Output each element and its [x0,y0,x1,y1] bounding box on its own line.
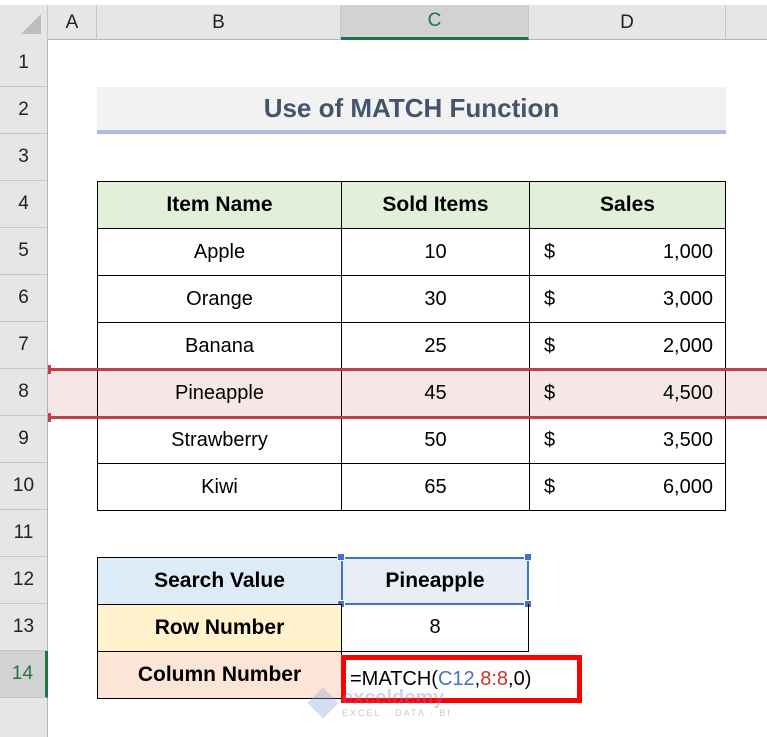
watermark-name: exceldemy [342,687,445,709]
cell-sold[interactable]: 10 [341,228,530,276]
select-all-icon [21,14,41,34]
row-header-15[interactable] [0,698,48,737]
currency-symbol: $ [544,381,556,404]
cell-item[interactable]: Orange [97,275,342,323]
selection-handle-top-right[interactable] [524,553,532,561]
row-header-4[interactable]: 4 [0,181,48,228]
row-number-cell[interactable]: 8 [341,604,529,652]
row-highlight-top-line [48,368,767,371]
currency-symbol: $ [544,240,556,263]
header-sales: Sales [529,181,726,229]
sales-value: 4,500 [662,381,713,404]
cell-sold[interactable]: 50 [341,416,530,464]
exceldemy-logo-icon [307,687,339,719]
formula-suffix: ,0) [508,667,532,690]
cell-sales[interactable]: $6,000 [529,463,726,511]
row-highlight-top-tick [48,365,51,374]
currency-symbol: $ [544,475,556,498]
row-highlight-bottom-line [48,416,767,419]
row-header-9[interactable]: 9 [0,416,48,463]
row-header-3[interactable]: 3 [0,134,48,181]
row-header-11[interactable]: 11 [0,510,48,557]
row-header-12[interactable]: 12 [0,557,48,604]
cell-item[interactable]: Pineapple [97,369,342,417]
cell-sold[interactable]: 25 [341,322,530,370]
cell-sales[interactable]: $1,000 [529,228,726,276]
sales-value: 3,000 [662,287,713,310]
row-header-8[interactable]: 8 [0,369,48,416]
header-item-name: Item Name [97,181,342,229]
row-header-14[interactable]: 14 [0,651,48,698]
column-header-d[interactable]: D [529,5,726,40]
sheet-title: Use of MATCH Function [97,87,726,134]
row-header-1[interactable]: 1 [0,40,48,87]
row-header-5[interactable]: 5 [0,228,48,275]
cell-item[interactable]: Apple [97,228,342,276]
select-all-button[interactable] [0,5,48,40]
sales-value: 6,000 [662,475,713,498]
selection-handle-top-left[interactable] [337,553,345,561]
row-header-6[interactable]: 6 [0,275,48,322]
row-header-13[interactable]: 13 [0,604,48,651]
header-sold-items: Sold Items [341,181,530,229]
cell-sold[interactable]: 65 [341,463,530,511]
cell-sold[interactable]: 45 [341,369,530,417]
watermark: exceldemy EXCEL · DATA · BI [307,687,452,719]
sales-value: 2,000 [662,334,713,357]
search-value-cell[interactable]: Pineapple [341,557,529,605]
currency-symbol: $ [544,287,556,310]
watermark-tagline: EXCEL · DATA · BI [342,708,452,718]
column-header-a[interactable]: A [48,5,97,40]
cell-sold[interactable]: 30 [341,275,530,323]
row-header-10[interactable]: 10 [0,463,48,510]
formula-ref-row8: 8:8 [480,667,509,690]
cell-sales[interactable]: $3,500 [529,416,726,464]
sales-value: 1,000 [662,240,713,263]
column-header-e[interactable] [726,5,767,40]
column-number-label: Column Number [97,651,342,699]
cell-sales[interactable]: $2,000 [529,322,726,370]
row-number-label: Row Number [97,604,342,652]
cell-sales[interactable]: $4,500 [529,369,726,417]
cell-sales[interactable]: $3,000 [529,275,726,323]
currency-symbol: $ [544,428,556,451]
cell-item[interactable]: Strawberry [97,416,342,464]
sales-value: 3,500 [662,428,713,451]
search-value-label: Search Value [97,557,342,605]
currency-symbol: $ [544,334,556,357]
row-highlight-bottom-tick [48,413,51,422]
column-header-b[interactable]: B [97,5,341,40]
column-header-c[interactable]: C [341,5,529,40]
cell-item[interactable]: Banana [97,322,342,370]
row-header-2[interactable]: 2 [0,87,48,134]
cell-item[interactable]: Kiwi [97,463,342,511]
row-header-7[interactable]: 7 [0,322,48,369]
